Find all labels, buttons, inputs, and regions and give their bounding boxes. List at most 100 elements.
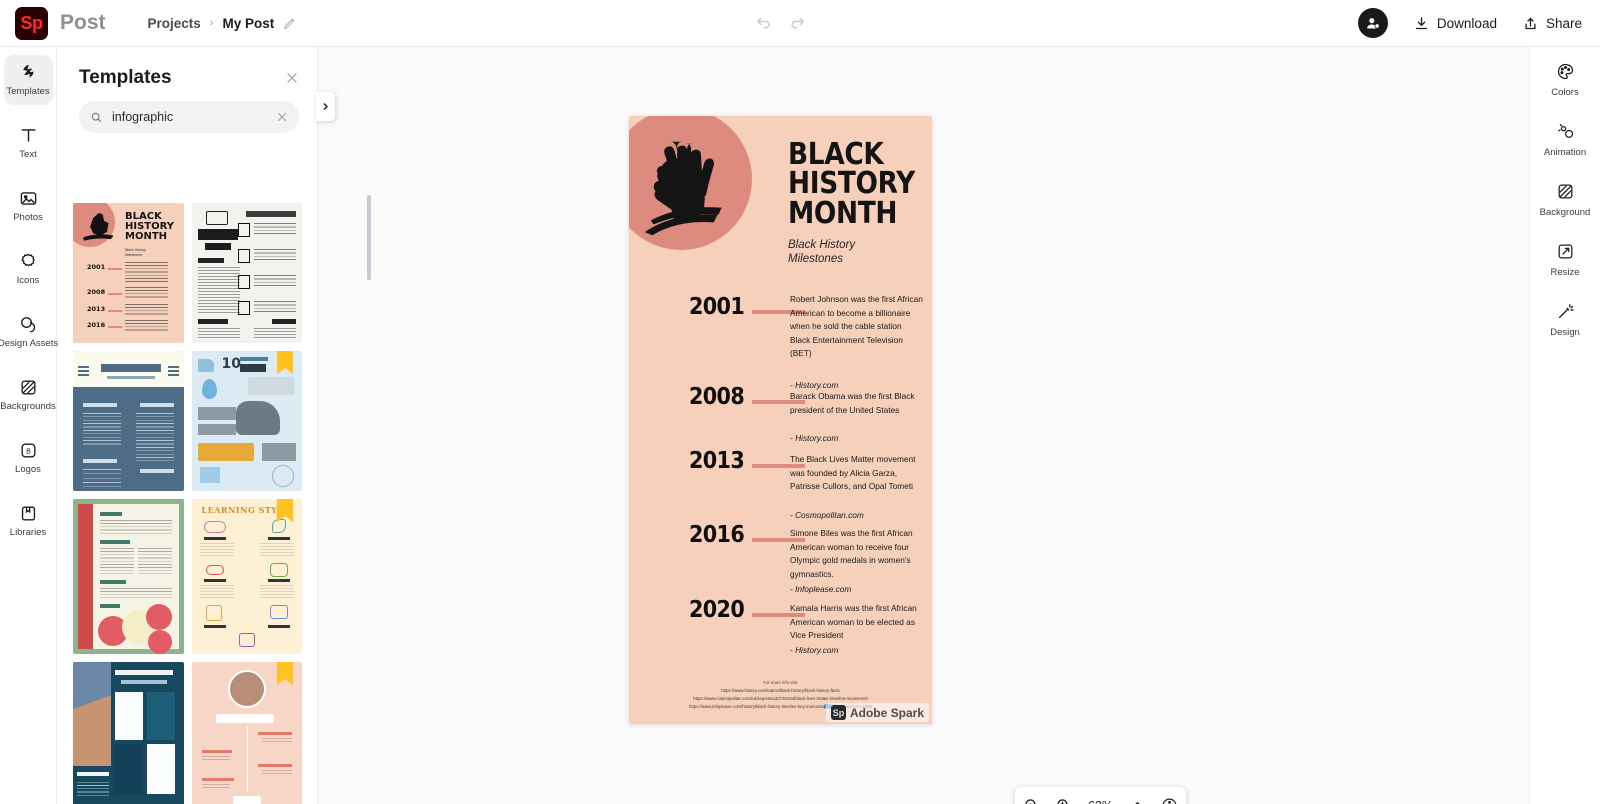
spark-post-editor: Sp Post Projects › My Post Download Shar… <box>0 0 1600 804</box>
timeline-source: - History.com <box>790 433 839 443</box>
panel-scrollbar[interactable] <box>367 195 371 280</box>
chevron-up-icon[interactable] <box>1129 797 1146 804</box>
canvas-stage[interactable]: BLACK HISTORY MONTH Black History Milestone… <box>318 47 1529 804</box>
template-grid: BLACK HISTORY MONTH Black History Milestone… <box>73 203 302 804</box>
sidebar-item-icons[interactable]: Icons <box>4 244 53 294</box>
template-thumbnail[interactable] <box>191 662 302 804</box>
pencil-icon[interactable] <box>283 16 297 30</box>
timeline-text: The Black Lives Matter movement was foun… <box>790 454 916 492</box>
download-label: Download <box>1436 15 1497 31</box>
spark-logo[interactable]: Sp <box>15 6 48 40</box>
right-item-label: Resize <box>1550 267 1580 278</box>
right-item-label: Background <box>1539 207 1591 218</box>
sidebar-item-logos[interactable]: B Logos <box>4 433 53 483</box>
timeline-text: Barack Obama was the first Black preside… <box>790 391 915 415</box>
panel-collapse-button[interactable] <box>316 92 335 121</box>
top-toolbar: Sp Post Projects › My Post Download Shar… <box>0 0 1600 47</box>
right-item-design[interactable]: Design <box>1534 302 1596 338</box>
document-title-block: BLACK HISTORY MONTH Black History Milestone… <box>788 140 928 266</box>
sidebar-item-label: Templates <box>6 85 50 97</box>
right-item-background[interactable]: Background <box>1534 182 1596 218</box>
adobe-spark-watermark: Sp Adobe Spark <box>825 703 929 722</box>
top-right-actions: Download Share <box>1357 8 1582 38</box>
template-thumbnail[interactable]: 10 <box>191 351 302 491</box>
template-thumbnail[interactable]: LEARNING STY <box>191 499 302 654</box>
template-results[interactable]: BLACK HISTORY MONTH Black History Milestone… <box>57 195 318 804</box>
animation-icon <box>1556 122 1575 141</box>
sidebar-item-label: Photos <box>13 211 43 223</box>
redo-icon[interactable] <box>789 15 806 32</box>
info-icon[interactable] <box>1161 797 1178 804</box>
undo-redo-group <box>755 15 806 32</box>
text-icon <box>19 126 38 145</box>
sidebar-item-label: Icons <box>16 274 40 286</box>
sidebar-item-label: Backgrounds <box>0 400 56 412</box>
page-title: Templates <box>79 67 172 88</box>
search-box[interactable] <box>79 101 299 133</box>
breadcrumb-separator: › <box>209 17 214 29</box>
template-thumbnail[interactable] <box>73 662 184 804</box>
close-icon[interactable] <box>285 71 299 85</box>
clear-icon[interactable] <box>276 111 288 123</box>
design-document[interactable]: BLACK HISTORY MONTH Black History Milestone… <box>629 116 932 724</box>
icons-icon <box>19 252 38 271</box>
breadcrumb-current[interactable]: My Post <box>222 16 274 31</box>
templates-panel: Templates infographic BLACK HISTORY MONT… <box>57 47 371 804</box>
design-assets-icon <box>19 315 38 334</box>
right-item-resize[interactable]: Resize <box>1534 242 1596 278</box>
palette-icon <box>1556 62 1575 81</box>
undo-icon[interactable] <box>755 15 772 32</box>
sidebar-item-design-assets[interactable]: Design Assets <box>0 307 58 357</box>
search-input[interactable] <box>112 110 276 124</box>
sidebar-item-label: Text <box>19 148 37 160</box>
app-name: Post <box>60 11 106 34</box>
zoom-in-icon[interactable] <box>1055 797 1072 804</box>
template-thumbnail[interactable] <box>73 351 184 491</box>
footer-link: https://www.cosmopolitan.com/uk/reports/… <box>693 695 868 701</box>
zoom-toolbar: 62% <box>1015 787 1186 804</box>
right-sidebar: Colors Animation Background Resize Desig… <box>1529 47 1600 804</box>
breadcrumb: Projects › My Post <box>148 16 298 31</box>
timeline-year: 2008 <box>689 384 745 410</box>
sidebar-item-label: Design Assets <box>0 337 59 349</box>
right-item-colors[interactable]: Colors <box>1534 62 1596 98</box>
download-button[interactable]: Download <box>1414 16 1497 31</box>
background-icon <box>1556 182 1575 201</box>
zoom-level[interactable]: 62% <box>1088 799 1113 804</box>
timeline-source: - Infoplease.com <box>790 584 852 594</box>
footer-heading: For more info visit <box>763 680 798 685</box>
sidebar-item-label: Libraries <box>9 526 47 538</box>
sidebar-item-label: Logos <box>15 463 41 475</box>
timeline-year: 2013 <box>689 448 745 474</box>
timeline-year: 2016 <box>689 522 745 548</box>
share-label: Share <box>1545 15 1582 31</box>
search-wrapper <box>57 101 317 133</box>
left-sidebar: Templates Text Photos Icons Design Asset… <box>0 47 58 804</box>
timeline-source: - History.com <box>790 645 839 655</box>
svg-text:B: B <box>26 447 31 455</box>
zoom-out-icon[interactable] <box>1023 797 1040 804</box>
sidebar-item-libraries[interactable]: Libraries <box>4 496 53 546</box>
timeline-text: Simone Biles was the first African Ameri… <box>790 528 913 579</box>
sidebar-item-photos[interactable]: Photos <box>4 181 53 231</box>
share-button[interactable]: Share <box>1523 16 1582 31</box>
sidebar-item-backgrounds[interactable]: Backgrounds <box>0 370 56 420</box>
timeline-text: Kamala Harris was the first African Amer… <box>790 603 917 641</box>
sidebar-item-text[interactable]: Text <box>4 118 53 168</box>
template-thumbnail[interactable] <box>191 203 302 343</box>
breadcrumb-projects[interactable]: Projects <box>148 16 201 31</box>
sidebar-item-templates[interactable]: Templates <box>3 55 53 105</box>
timeline-year: 2001 <box>689 294 745 320</box>
right-item-label: Design <box>1550 327 1580 338</box>
template-thumbnail[interactable]: BLACK HISTORY MONTH Black History Milestone… <box>73 203 184 343</box>
logos-icon: B <box>19 441 38 460</box>
timeline-year: 2020 <box>689 597 745 623</box>
libraries-icon <box>19 504 38 523</box>
chevron-right-icon <box>323 103 328 110</box>
user-avatar-icon[interactable] <box>1357 8 1388 38</box>
resize-icon <box>1556 242 1575 261</box>
raised-fist-illustration <box>644 141 722 236</box>
right-item-animation[interactable]: Animation <box>1534 122 1596 158</box>
right-item-label: Animation <box>1543 147 1587 158</box>
template-thumbnail[interactable] <box>73 499 184 654</box>
